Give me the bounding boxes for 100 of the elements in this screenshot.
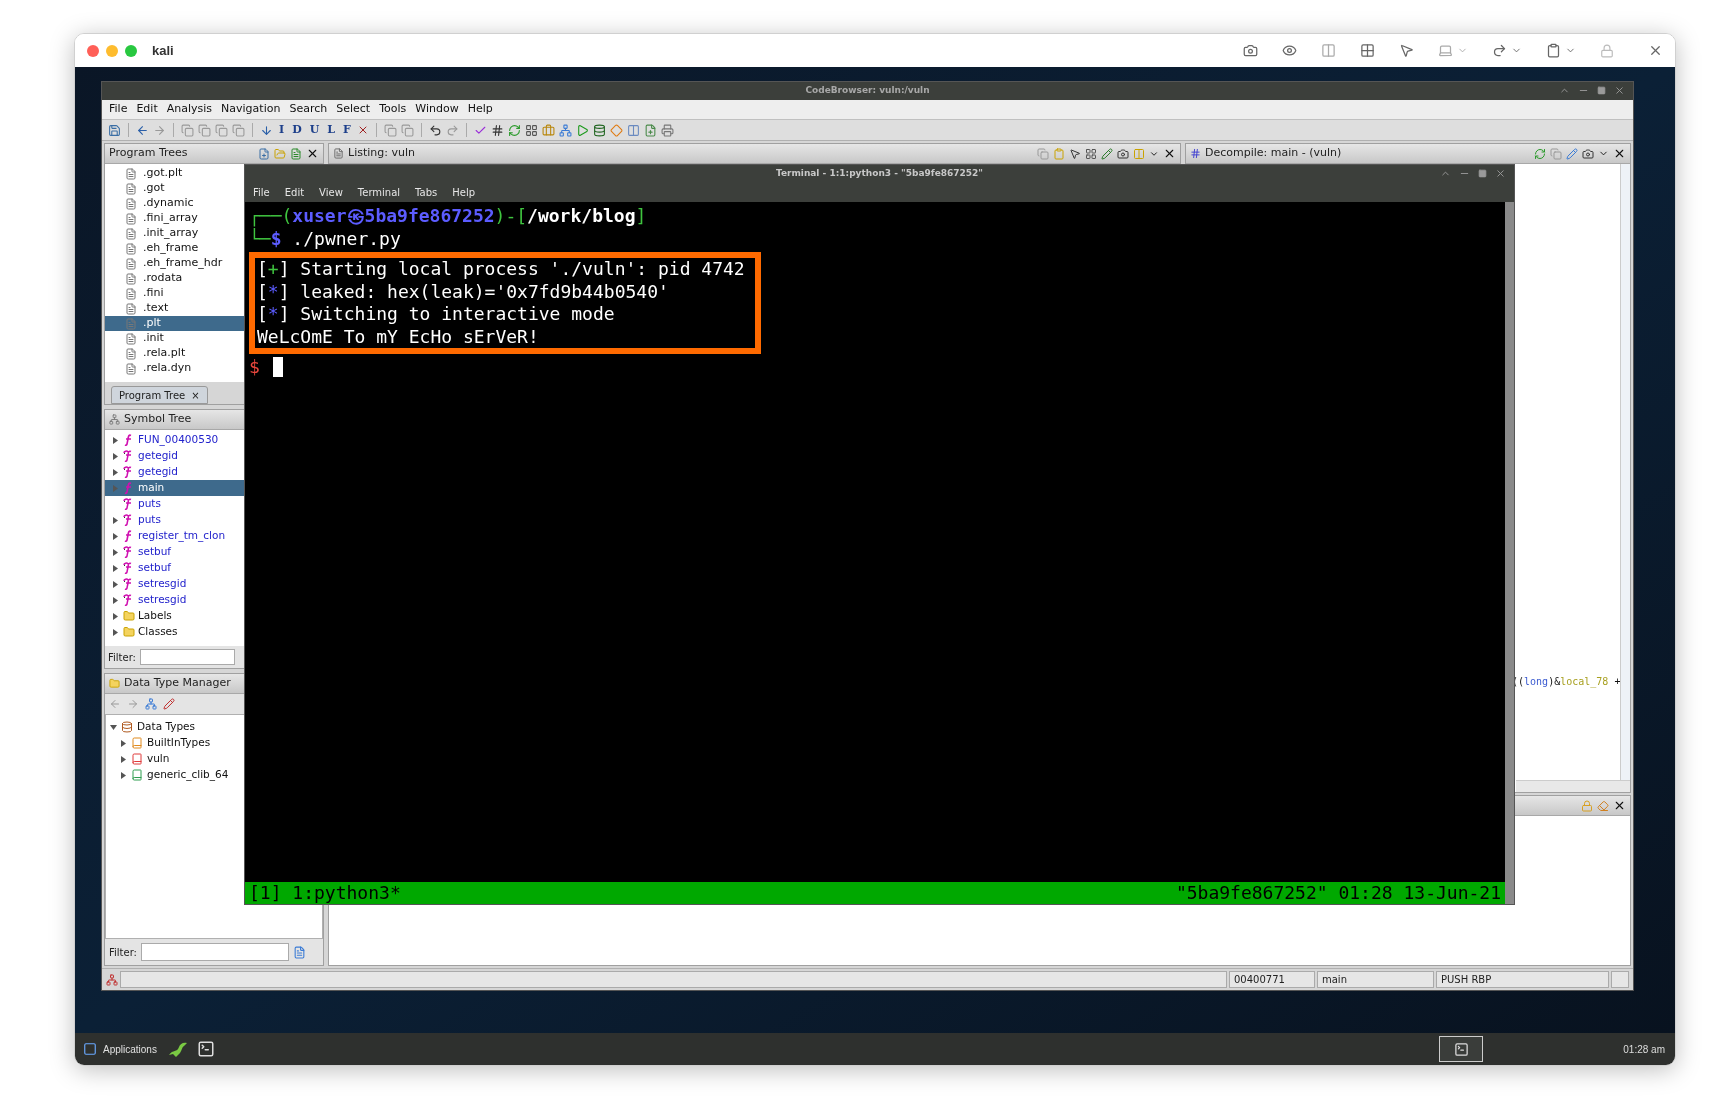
clipboard-icon[interactable]: [1546, 43, 1561, 58]
grid-icon[interactable]: [524, 123, 538, 137]
new-tree-icon[interactable]: [258, 147, 270, 160]
tree-item[interactable]: .init_array: [105, 226, 246, 241]
tree-item[interactable]: .dynamic: [105, 196, 246, 211]
panel-icon[interactable]: [1321, 43, 1336, 58]
tree-graph-icon[interactable]: [558, 123, 572, 137]
close-light[interactable]: [87, 44, 99, 57]
file-icon[interactable]: [643, 123, 657, 137]
back-arrow-icon[interactable]: [136, 123, 149, 137]
copy-icon[interactable]: [198, 123, 211, 137]
menu-item[interactable]: Analysis: [166, 101, 213, 118]
symbol-item[interactable]: setbuf: [105, 544, 246, 560]
tree-graph-icon[interactable]: [145, 698, 157, 710]
tree-item[interactable]: .plt: [105, 316, 246, 331]
task-button[interactable]: [1439, 1036, 1484, 1062]
play-icon[interactable]: [575, 123, 589, 137]
camera-icon[interactable]: [1582, 147, 1594, 160]
tree-item[interactable]: Data Types: [137, 719, 195, 735]
camera-icon[interactable]: [1117, 147, 1129, 160]
menu-item[interactable]: Tools: [379, 101, 407, 118]
redo-icon[interactable]: [1492, 43, 1507, 58]
tree-item[interactable]: .got.plt: [105, 166, 246, 181]
forward-arrow-icon[interactable]: [153, 123, 166, 137]
pointer-icon[interactable]: [1399, 43, 1414, 58]
menu-item[interactable]: Edit: [284, 184, 305, 200]
filter-field[interactable]: [139, 649, 235, 665]
pencil-icon[interactable]: [163, 698, 175, 710]
menu-item[interactable]: File: [253, 184, 270, 200]
toolbar-letter-button[interactable]: U: [307, 121, 322, 139]
copy-icon[interactable]: [400, 123, 414, 137]
undo-icon[interactable]: [428, 123, 442, 137]
menu-item[interactable]: View: [319, 184, 343, 200]
pencil-icon[interactable]: [1101, 147, 1113, 160]
zoom-light[interactable]: [125, 44, 137, 57]
columns-icon[interactable]: [626, 123, 640, 137]
menu-item[interactable]: Help: [452, 184, 476, 200]
terminal-icon[interactable]: [196, 1040, 215, 1058]
toolbar-letter-button[interactable]: I: [277, 121, 287, 139]
refresh-icon[interactable]: [1534, 147, 1546, 160]
tree-item[interactable]: vuln: [147, 751, 170, 767]
maximize-icon[interactable]: [1478, 169, 1487, 178]
toolbar-letter-button[interactable]: L: [325, 121, 338, 139]
close-icon[interactable]: [1613, 147, 1626, 160]
symbol-item[interactable]: Labels: [105, 608, 246, 624]
program-tree-tab[interactable]: Program Tree ×: [111, 386, 208, 404]
briefcase-icon[interactable]: [541, 123, 555, 137]
symbol-item[interactable]: setresgid: [105, 576, 246, 592]
copy-icon[interactable]: [232, 123, 245, 137]
symbol-item[interactable]: register_tm_clon: [105, 528, 246, 544]
menu-item[interactable]: Tabs: [415, 184, 438, 200]
tree-item[interactable]: .got: [105, 181, 246, 196]
copy-icon[interactable]: [215, 123, 228, 137]
tree-item[interactable]: .fini_array: [105, 211, 246, 226]
menu-item[interactable]: Navigation: [221, 101, 281, 118]
tree-item[interactable]: .eh_frame_hdr: [105, 256, 246, 271]
tree-item[interactable]: .text: [105, 301, 246, 316]
camera-icon[interactable]: [1243, 43, 1258, 58]
menu-item[interactable]: Terminal: [357, 184, 401, 200]
menu-item[interactable]: Edit: [136, 101, 158, 118]
close-icon[interactable]: [1613, 799, 1626, 812]
symbol-item[interactable]: Classes: [105, 624, 246, 640]
edit-icon[interactable]: [1566, 147, 1578, 160]
menu-item[interactable]: Search: [289, 101, 328, 118]
printer-icon[interactable]: [660, 123, 674, 137]
hash-icon[interactable]: [490, 123, 504, 137]
symbol-item[interactable]: main: [105, 480, 246, 496]
laptop-icon[interactable]: [1438, 43, 1453, 58]
diamond-icon[interactable]: [609, 123, 623, 137]
symbol-item[interactable]: setresgid: [105, 592, 246, 608]
down-arrow-icon[interactable]: [260, 123, 273, 137]
tree-item[interactable]: .fini: [105, 286, 246, 301]
eraser-icon[interactable]: [1597, 799, 1609, 812]
tree-item[interactable]: BuiltInTypes: [147, 735, 211, 751]
symbol-item[interactable]: puts: [105, 512, 246, 528]
tree-item[interactable]: .eh_frame: [105, 241, 246, 256]
layout-icon[interactable]: [1085, 147, 1097, 160]
grid-icon[interactable]: [1360, 43, 1375, 58]
tree-item[interactable]: generic_clib_64: [147, 767, 229, 783]
menu-item[interactable]: Help: [467, 101, 493, 118]
tree-item[interactable]: .rodata: [105, 271, 246, 286]
close-icon[interactable]: [306, 147, 319, 160]
eye-icon[interactable]: [1282, 43, 1297, 58]
symbol-item[interactable]: getegid: [105, 464, 246, 480]
menu-item[interactable]: Window: [415, 101, 459, 118]
symbol-item[interactable]: getegid: [105, 448, 246, 464]
copy-icon[interactable]: [383, 123, 397, 137]
cursor-icon[interactable]: [1069, 147, 1081, 160]
symbol-item[interactable]: FUN_00400530: [105, 432, 246, 448]
applications-menu[interactable]: Applications: [81, 1041, 159, 1057]
tree-item[interactable]: .rela.plt: [105, 346, 246, 361]
symbol-item[interactable]: setbuf: [105, 560, 246, 576]
toolbar-letter-button[interactable]: F: [341, 121, 353, 139]
save-icon[interactable]: [108, 123, 121, 137]
close-icon[interactable]: [1163, 147, 1176, 160]
tree-item[interactable]: .rela.dyn: [105, 361, 246, 376]
filter-options-icon[interactable]: [292, 945, 306, 959]
document-icon[interactable]: [290, 147, 302, 160]
symbol-item[interactable]: puts: [105, 496, 246, 512]
menu-item[interactable]: File: [109, 101, 128, 118]
